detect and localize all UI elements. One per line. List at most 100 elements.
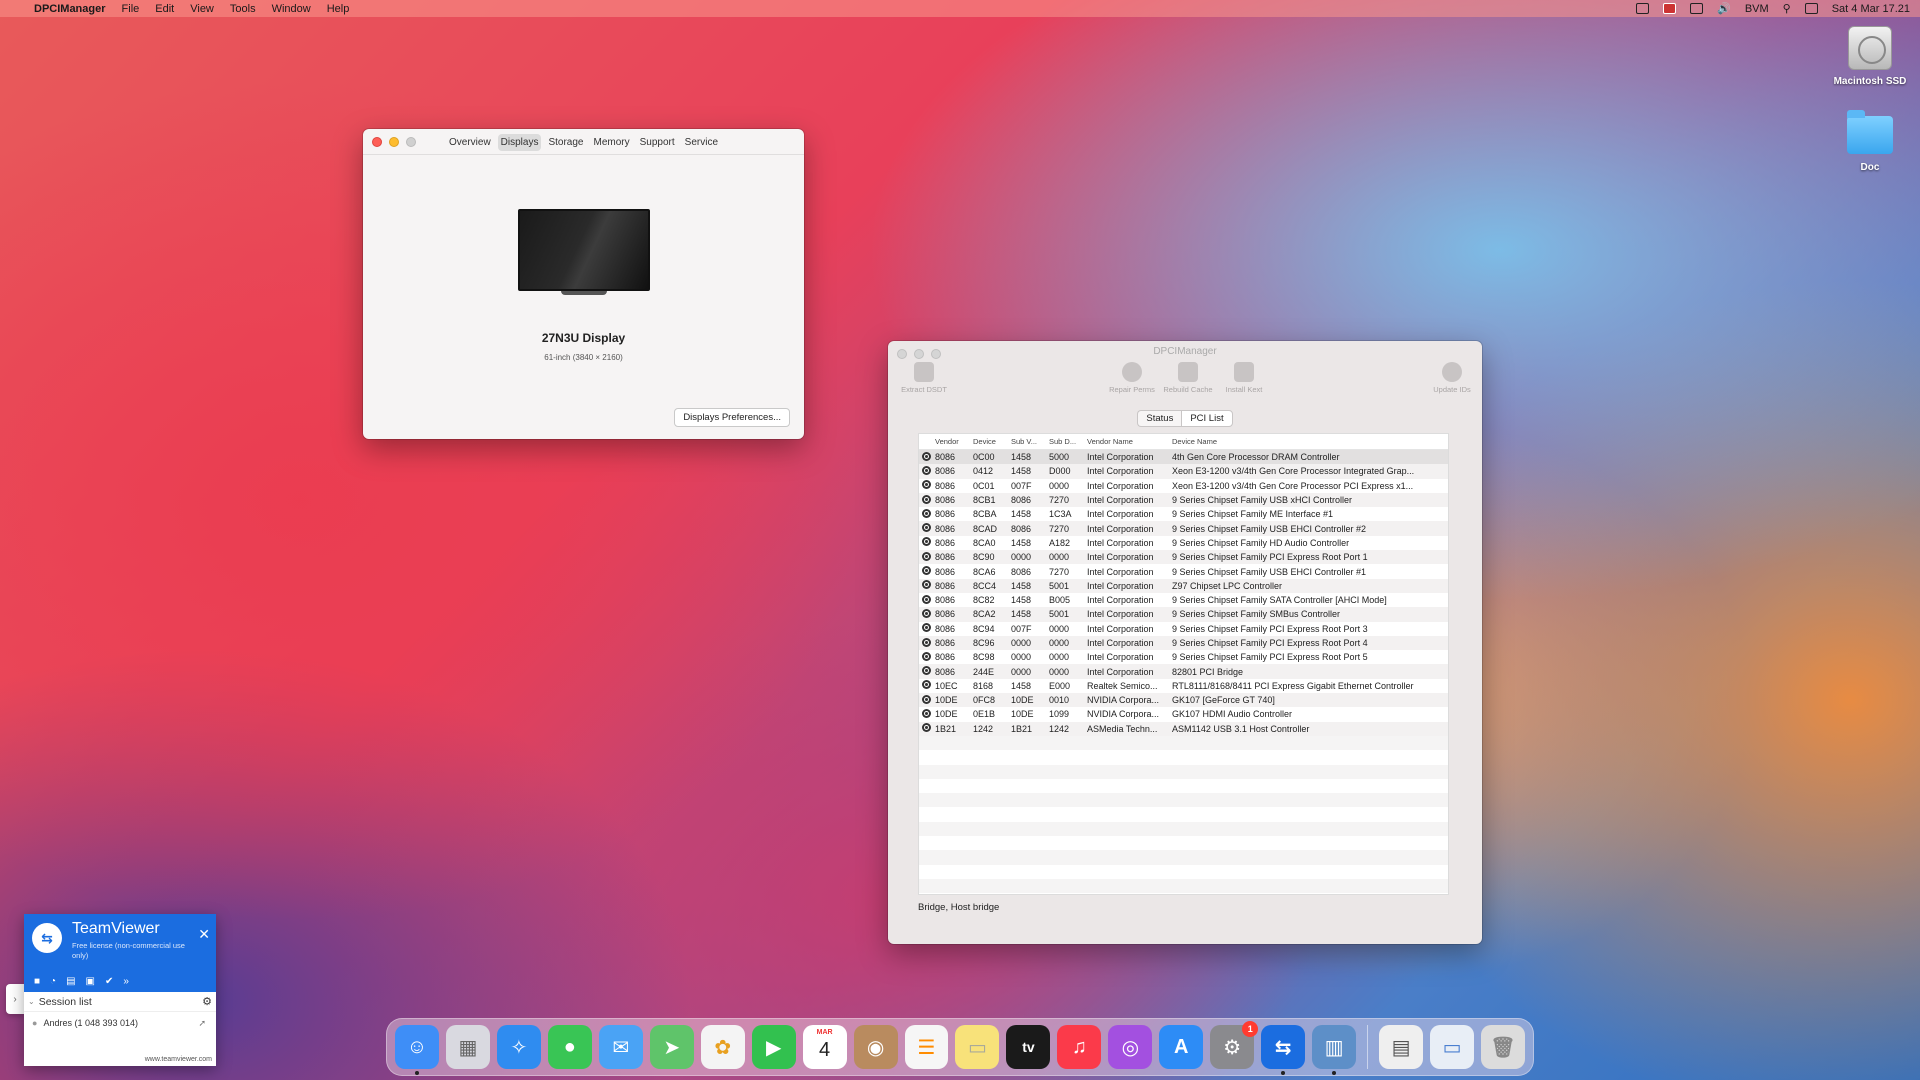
table-row[interactable]: 8086 8CB1 8086 7270 Intel Corporation 9 Serie… [919,492,1448,508]
control-center-icon[interactable] [1804,3,1818,14]
table-row[interactable]: 8086 8CA6 8086 7270 Intel Corporation 9 Serie… [919,564,1448,578]
desktop-icon-doc[interactable]: Doc [1820,110,1920,173]
pointer-icon[interactable]: ➚ [198,1018,206,1029]
facetime-app[interactable]: ▶ [751,1025,796,1069]
menu-edit[interactable]: Edit [155,3,174,15]
table-row[interactable]: 8086 8C98 0000 0000 Intel Corporation 9 Serie… [919,650,1448,664]
rebuild-cache-button[interactable]: Rebuild Cache [1158,362,1218,394]
table-row[interactable]: 8086 8C94 007F 0000 Intel Corporation 9 Serie… [919,622,1448,636]
menu-file[interactable]: File [122,3,140,15]
podcasts-app[interactable]: ◎ [1108,1025,1153,1069]
update-ids-button[interactable]: Update IDs [1422,362,1482,394]
launchpad-app[interactable]: ▦ [445,1025,490,1069]
row-info-icon[interactable] [919,465,935,477]
tab-memory[interactable]: Memory [591,134,633,151]
menu-tools[interactable]: Tools [230,3,256,15]
row-info-icon[interactable] [919,537,935,548]
mail-app[interactable]: ✉ [598,1025,643,1069]
row-info-icon[interactable] [919,694,935,706]
dpcimanager-app[interactable]: ▥ [1312,1025,1357,1075]
table-row[interactable]: 8086 244E 0000 0000 Intel Corporation 82801 P… [919,664,1448,679]
row-info-icon[interactable] [919,637,935,649]
column-header-device-name[interactable]: Device Name [1172,437,1447,446]
pci-device-table[interactable]: Vendor Device Sub V... Sub D... Vendor N… [918,433,1449,895]
segment-status[interactable]: Status [1137,410,1182,427]
safari-app[interactable]: ✧ [496,1025,541,1069]
row-info-icon[interactable] [919,508,935,520]
table-row[interactable]: 10DE 0FC8 10DE 0010 NVIDIA Corpora... GK107 [… [919,693,1448,708]
row-info-icon[interactable] [919,723,935,734]
row-info-icon[interactable] [919,708,935,720]
document-stack[interactable]: ▤ [1379,1025,1424,1069]
user-name[interactable]: BVM [1745,3,1769,15]
teamviewer-footer[interactable]: www.teamviewer.com [145,1056,212,1063]
row-info-icon[interactable] [919,680,935,691]
headset-icon[interactable]: ◔ [50,976,56,987]
row-info-icon[interactable] [919,623,935,634]
tab-displays[interactable]: Displays [497,134,542,151]
files-icon[interactable]: ▣ [86,976,95,987]
tab-storage[interactable]: Storage [545,134,586,151]
row-info-icon[interactable] [919,551,935,563]
status-icon[interactable] [1636,3,1650,14]
install-kext-button[interactable]: Install Kext [1214,362,1274,394]
gear-icon[interactable]: ⚙ [202,995,212,1008]
menu-app-name[interactable]: DPCIManager [34,3,106,15]
row-info-icon[interactable] [919,608,935,620]
row-info-icon[interactable] [919,651,935,663]
screenshot-stack[interactable]: ▭ [1430,1025,1475,1069]
tab-service[interactable]: Service [682,134,721,151]
segment-pci-list[interactable]: PCI List [1181,410,1233,427]
table-row[interactable]: 8086 8CBA 1458 1C3A Intel Corporation 9 Serie… [919,507,1448,521]
chat-icon[interactable]: ▤ [66,976,75,987]
row-info-icon[interactable] [919,666,935,677]
displays-preferences-button[interactable]: Displays Preferences... [674,408,790,427]
tools-icon[interactable]: ✔ [105,976,113,987]
menu-help[interactable]: Help [327,3,350,15]
table-row[interactable]: 8086 8CC4 1458 5001 Intel Corporation Z97 Chi… [919,578,1448,593]
table-row[interactable]: 8086 8CA2 1458 5001 Intel Corporation 9 Serie… [919,607,1448,622]
menu-view[interactable]: View [190,3,214,15]
table-row[interactable]: 1B21 1242 1B21 1242 ASMedia Techn... ASM1142 … [919,721,1448,736]
row-info-icon[interactable] [919,451,935,463]
apple-tv-app[interactable]: tv [1006,1025,1051,1069]
repair-perms-button[interactable]: Repair Perms [1102,362,1162,394]
row-info-icon[interactable] [919,566,935,577]
tab-support[interactable]: Support [637,134,678,151]
column-header-vendor[interactable]: Vendor [935,437,973,446]
column-header-device[interactable]: Device [973,437,1011,446]
app-store-app[interactable]: A [1159,1025,1204,1069]
table-row[interactable]: 8086 0C00 1458 5000 Intel Corporation 4th Gen… [919,450,1448,465]
teamviewer-app[interactable]: ⇆ [1261,1025,1306,1075]
desktop-icon-macintosh-ssd[interactable]: Macintosh SSD [1820,26,1920,87]
close-icon[interactable]: ✕ [198,926,210,943]
column-header-sub-device[interactable]: Sub D... [1049,437,1087,446]
column-header-sub-vendor[interactable]: Sub V... [1011,437,1049,446]
more-icon[interactable]: » [123,976,129,987]
reminders-app[interactable]: ☰ [904,1025,949,1069]
menubar-clock[interactable]: Sat 4 Mar 17.21 [1832,3,1910,15]
photos-app[interactable]: ✿ [700,1025,745,1069]
row-info-icon[interactable] [919,523,935,534]
notes-app[interactable]: ▭ [955,1025,1000,1069]
column-header-vendor-name[interactable]: Vendor Name [1087,437,1172,446]
session-list-header[interactable]: ⌄ Session list ⚙ [24,992,216,1012]
row-info-icon[interactable] [919,594,935,606]
teamviewer-expand-tab[interactable]: › [6,984,24,1014]
system-preferences-app[interactable]: ⚙ 1 [1210,1021,1259,1069]
session-user[interactable]: ● Andres (1 048 393 014) ➚ [24,1012,216,1034]
table-row[interactable]: 8086 0C01 007F 0000 Intel Corporation Xeon E3… [919,479,1448,493]
tab-overview[interactable]: Overview [446,134,494,151]
menu-window[interactable]: Window [272,3,311,15]
messages-app[interactable]: ● [547,1025,592,1069]
table-row[interactable]: 10DE 0E1B 10DE 1099 NVIDIA Corpora... GK107 H… [919,707,1448,721]
table-row[interactable]: 8086 8CA0 1458 A182 Intel Corporation 9 Serie… [919,536,1448,550]
flag-icon[interactable] [1663,3,1677,14]
table-row[interactable]: 10EC 8168 1458 E000 Realtek Semico... RTL8111… [919,679,1448,693]
calendar-app[interactable]: MAR 4 [802,1025,847,1069]
finder-app[interactable]: ☺ [395,1025,439,1075]
row-info-icon[interactable] [919,480,935,491]
music-app[interactable]: ♫ [1057,1025,1102,1069]
table-row[interactable]: 8086 0412 1458 D000 Intel Corporation Xeon E3… [919,464,1448,479]
table-row[interactable]: 8086 8C90 0000 0000 Intel Corporation 9 Serie… [919,550,1448,565]
